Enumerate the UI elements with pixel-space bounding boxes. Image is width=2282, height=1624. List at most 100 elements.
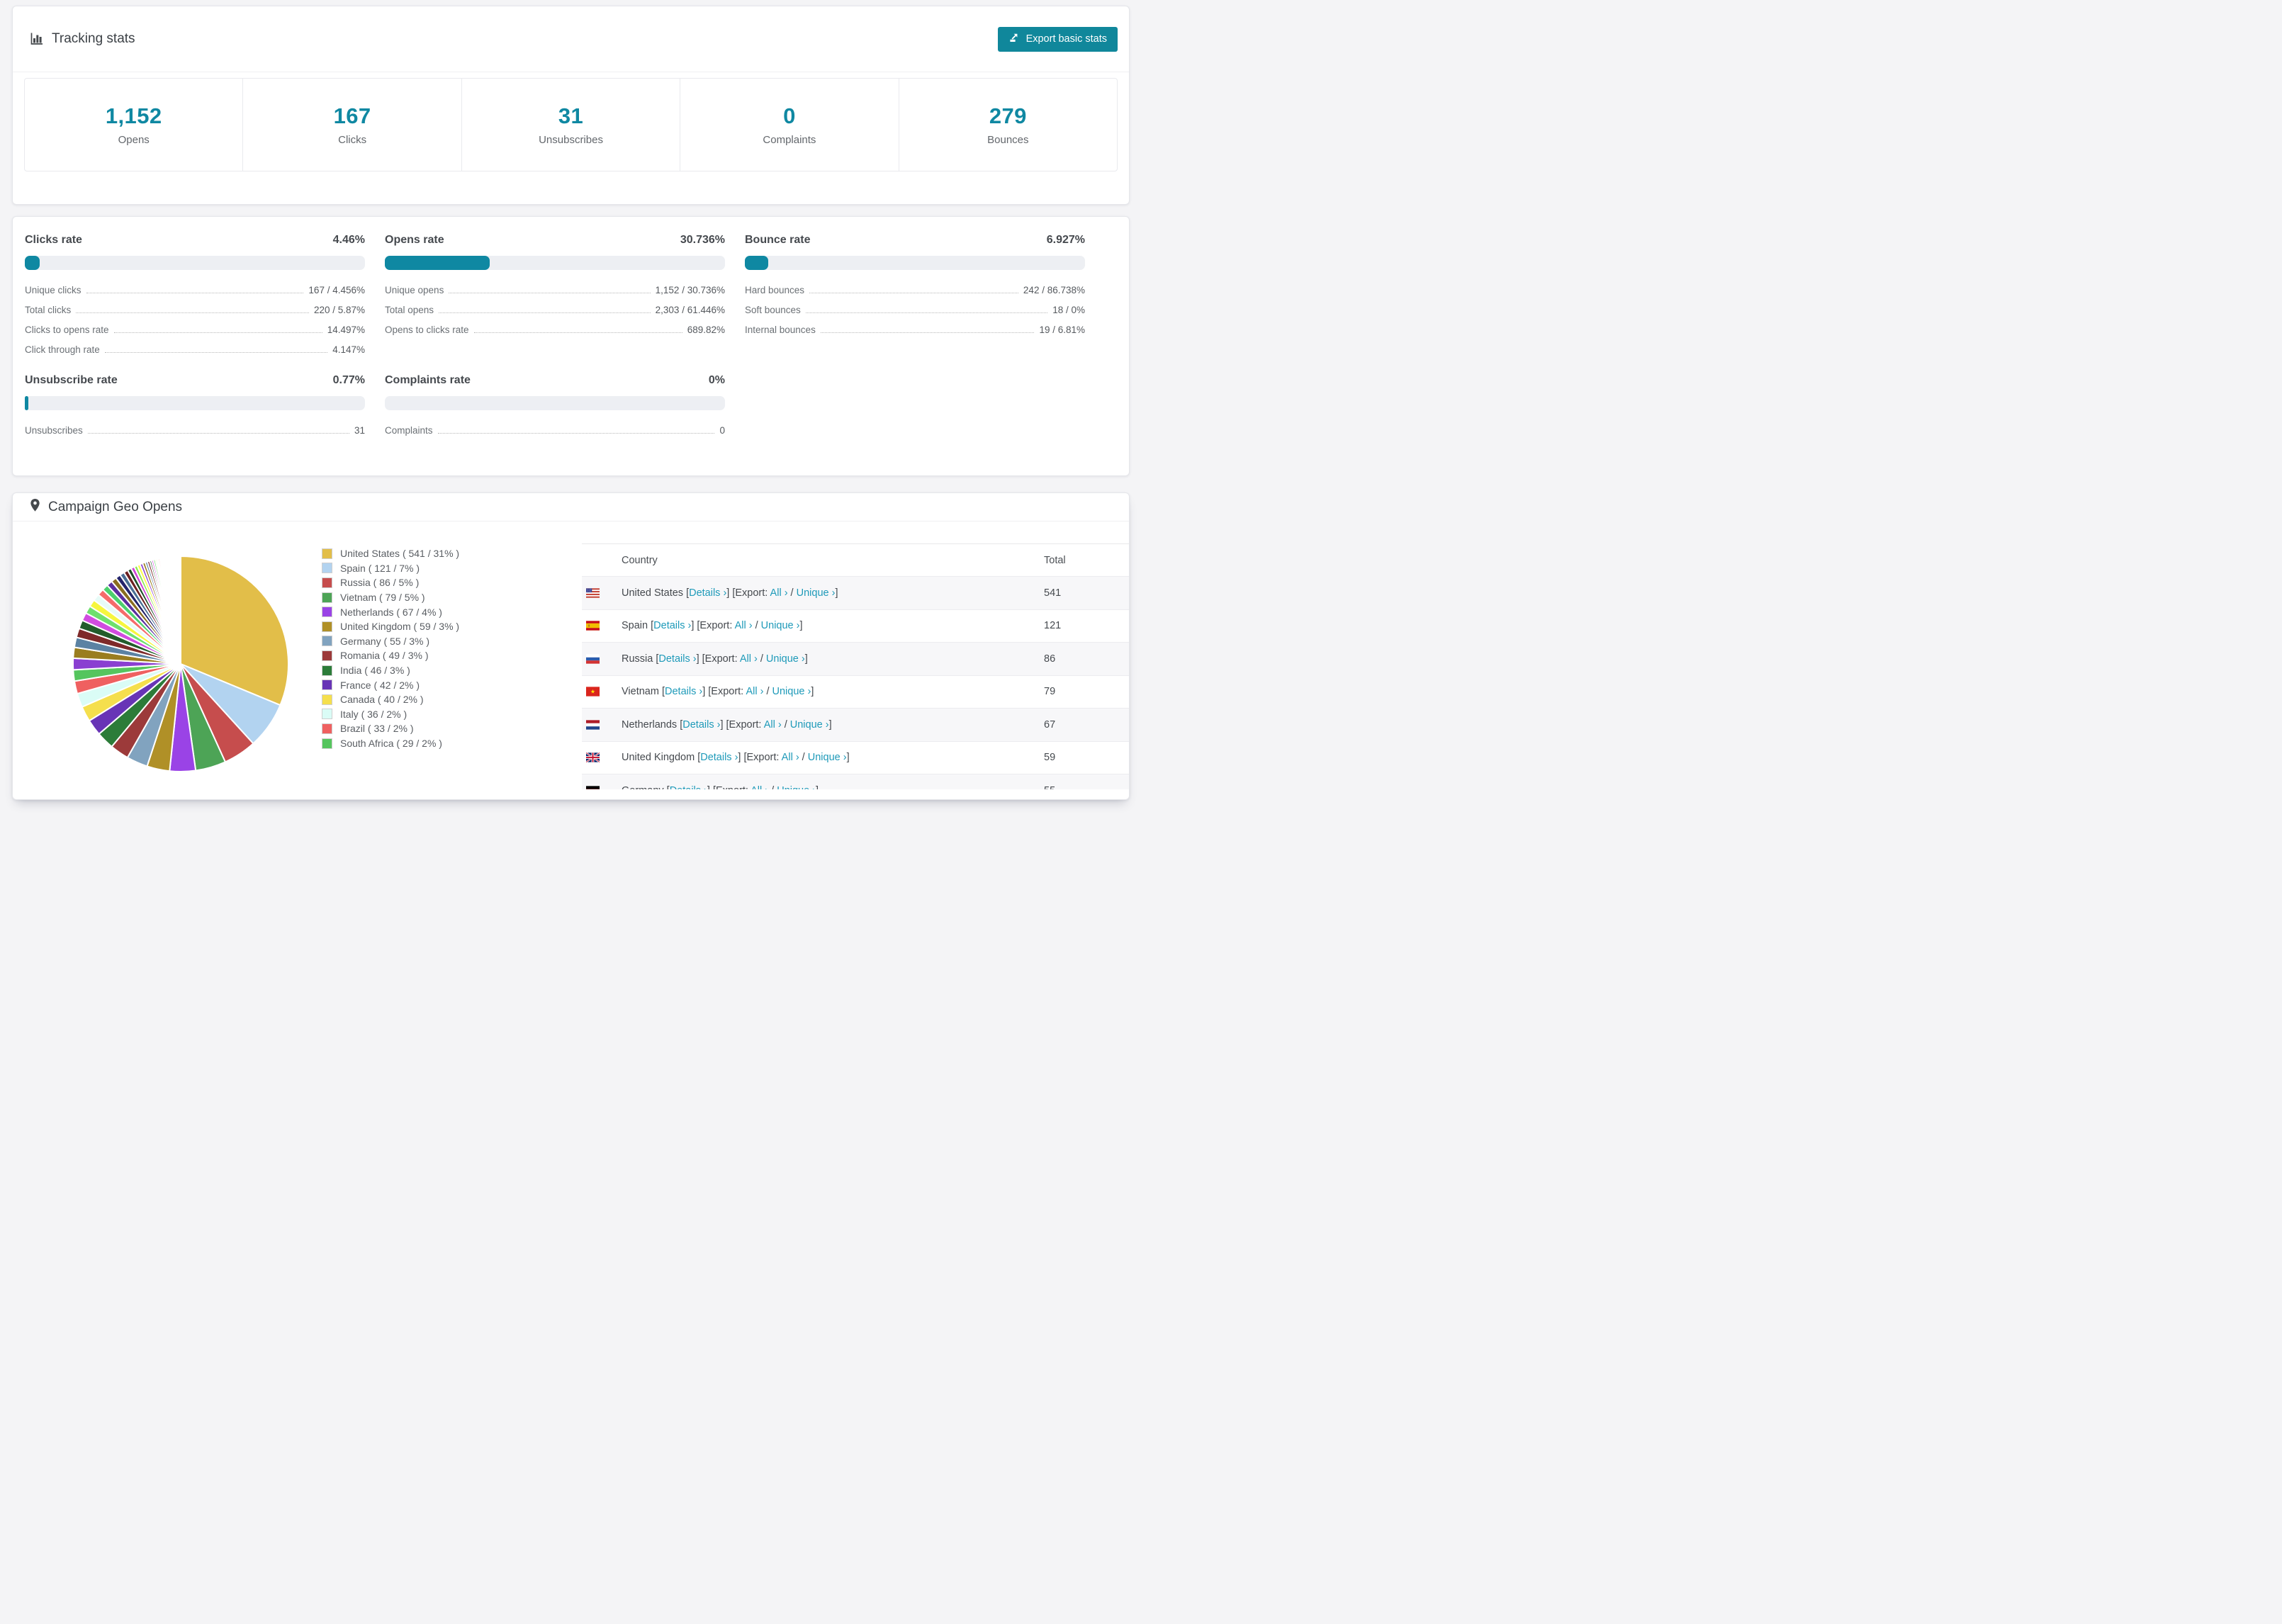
geo-table-header: Country Total xyxy=(582,544,1129,576)
export-all-link[interactable]: All › xyxy=(782,752,799,763)
total-cell: 79 xyxy=(1044,686,1056,698)
rate-detail-label: Total clicks xyxy=(25,304,72,315)
rate-detail-label: Hard bounces xyxy=(745,284,805,295)
export-unique-link[interactable]: Unique › xyxy=(772,686,811,697)
rate-detail-label: Unique clicks xyxy=(25,284,82,295)
rate-detail-row: Total clicks 220 / 5.87% xyxy=(25,300,365,320)
stat-box: 0 Complaints xyxy=(680,79,898,171)
rate-progress-track xyxy=(25,256,365,270)
map-pin-icon xyxy=(30,498,40,517)
table-row: Russia [Details ›] [Export: All › / Uniq… xyxy=(582,642,1129,675)
country-name: Netherlands xyxy=(622,718,680,731)
stat-value: 31 xyxy=(558,103,584,128)
rate-value: 4.46% xyxy=(332,234,365,246)
country-flag-icon xyxy=(586,752,600,763)
dotted-leader xyxy=(439,312,651,313)
total-column-header: Total xyxy=(1044,554,1066,566)
stat-label: Opens xyxy=(118,134,150,146)
country-cell: Russia [Details ›] [Export: All › / Uniq… xyxy=(582,653,1044,665)
export-all-link[interactable]: All › xyxy=(770,587,788,599)
legend-label: Germany ( 55 / 3% ) xyxy=(340,635,430,647)
export-basic-stats-button[interactable]: Export basic stats xyxy=(997,26,1118,52)
export-unique-link[interactable]: Unique › xyxy=(761,620,800,631)
details-link[interactable]: Details › xyxy=(689,587,726,599)
rate-detail-label: Clicks to opens rate xyxy=(25,324,109,335)
legend-item: Spain ( 121 / 7% ) xyxy=(322,561,459,576)
country-cell-text: Netherlands [Details ›] [Export: All › /… xyxy=(622,719,832,731)
rate-detail-row: Clicks to opens rate 14.497% xyxy=(25,320,365,339)
export-unique-link[interactable]: Unique › xyxy=(766,653,805,665)
legend-swatch xyxy=(322,592,332,603)
table-row: United Kingdom [Details ›] [Export: All … xyxy=(582,740,1129,774)
geo-body: United States ( 541 / 31% ) Spain ( 121 … xyxy=(13,521,1129,799)
tracking-card-header: Tracking stats Export basic stats xyxy=(13,6,1129,72)
details-link[interactable]: Details › xyxy=(682,719,720,731)
rate-head: Unsubscribe rate 0.77% xyxy=(25,373,365,387)
details-link[interactable]: Details › xyxy=(653,620,691,631)
country-column-header: Country xyxy=(622,554,658,566)
legend-label: South Africa ( 29 / 2% ) xyxy=(340,738,442,750)
details-link[interactable]: Details › xyxy=(700,752,738,763)
export-label: ] [Export: xyxy=(726,587,770,599)
rate-progress-fill xyxy=(745,256,769,270)
export-all-link[interactable]: All › xyxy=(735,620,753,631)
rate-section: Opens rate 30.736% Unique opens 1,152 / … xyxy=(385,233,725,359)
export-unique-link[interactable]: Unique › xyxy=(808,752,847,763)
stat-value: 167 xyxy=(333,103,371,128)
export-unique-link[interactable]: Unique › xyxy=(777,785,816,789)
details-link[interactable]: Details › xyxy=(665,686,702,697)
country-cell: Germany [Details ›] [Export: All › / Uni… xyxy=(582,785,1044,789)
legend-swatch xyxy=(322,636,332,647)
rate-rows: Unique opens 1,152 / 30.736% Total opens… xyxy=(385,280,725,339)
export-unique-link[interactable]: Unique › xyxy=(790,719,829,731)
bracket: ] xyxy=(828,718,832,731)
legend-item: Russia ( 86 / 5% ) xyxy=(322,575,459,590)
legend-label: France ( 42 / 2% ) xyxy=(340,679,420,691)
rate-title: Opens rate xyxy=(385,234,444,246)
rate-head: Bounce rate 6.927% xyxy=(745,233,1085,247)
legend-label: United Kingdom ( 59 / 3% ) xyxy=(340,621,460,633)
rate-detail-value: 242 / 86.738% xyxy=(1023,284,1085,295)
rate-detail-label: Unsubscribes xyxy=(25,424,83,436)
details-link[interactable]: Details › xyxy=(658,653,696,665)
table-row: Netherlands [Details ›] [Export: All › /… xyxy=(582,708,1129,741)
rate-value: 6.927% xyxy=(1046,234,1085,246)
legend-swatch xyxy=(322,680,332,691)
legend-swatch xyxy=(322,577,332,588)
legend-label: Netherlands ( 67 / 4% ) xyxy=(340,606,442,618)
bracket: ] xyxy=(811,686,814,698)
rate-section: Bounce rate 6.927% Hard bounces 242 / 86… xyxy=(745,233,1085,359)
rate-title: Complaints rate xyxy=(385,374,471,386)
rate-progress-track xyxy=(385,396,725,410)
export-unique-link[interactable]: Unique › xyxy=(797,587,836,599)
stat-box: 167 Clicks xyxy=(242,79,461,171)
rate-detail-label: Complaints xyxy=(385,424,433,436)
details-link[interactable]: Details › xyxy=(670,785,707,789)
export-all-link[interactable]: All › xyxy=(746,686,763,697)
legend-item: Netherlands ( 67 / 4% ) xyxy=(322,604,459,619)
legend-swatch xyxy=(322,621,332,632)
rate-detail-row: Opens to clicks rate 689.82% xyxy=(385,320,725,339)
rate-progress-fill xyxy=(25,256,40,270)
pie-slice xyxy=(179,555,181,665)
rate-title: Unsubscribe rate xyxy=(25,374,118,386)
country-name: Germany xyxy=(622,785,667,789)
tracking-stats-card: Tracking stats Export basic stats 1,152 … xyxy=(12,6,1130,205)
total-cell: 541 xyxy=(1044,587,1062,599)
stat-box: 1,152 Opens xyxy=(25,79,242,171)
rate-detail-label: Opens to clicks rate xyxy=(385,324,469,335)
rate-detail-row: Unique opens 1,152 / 30.736% xyxy=(385,280,725,300)
table-row: Vietnam [Details ›] [Export: All › / Uni… xyxy=(582,675,1129,709)
dotted-leader xyxy=(437,433,715,434)
legend-item: Canada ( 40 / 2% ) xyxy=(322,692,459,707)
slash: / xyxy=(799,752,808,764)
bracket: ] xyxy=(816,785,819,789)
rate-detail-value: 19 / 6.81% xyxy=(1039,324,1085,335)
geo-card-header: Campaign Geo Opens xyxy=(13,493,1129,521)
country-flag-icon xyxy=(586,654,600,664)
export-all-link[interactable]: All › xyxy=(740,653,758,665)
legend-label: Russia ( 86 / 5% ) xyxy=(340,577,420,589)
country-name: Vietnam xyxy=(622,686,662,698)
export-all-link[interactable]: All › xyxy=(751,785,768,789)
export-all-link[interactable]: All › xyxy=(764,719,782,731)
